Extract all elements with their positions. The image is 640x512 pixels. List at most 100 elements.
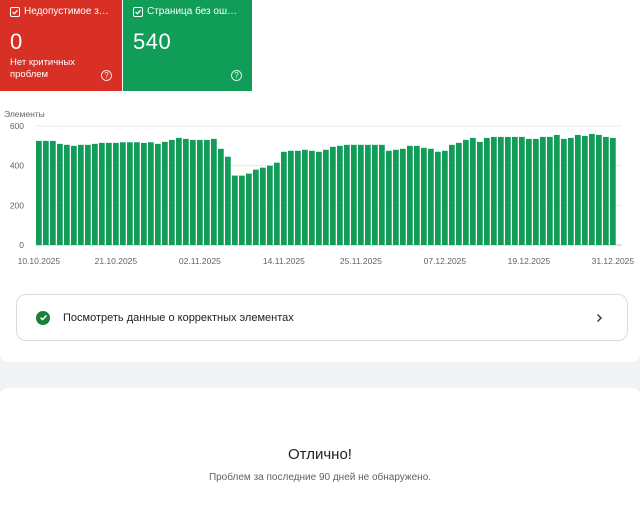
- chart-bar[interactable]: [113, 142, 119, 245]
- chart-bar[interactable]: [106, 142, 112, 245]
- chart-bar[interactable]: [274, 162, 280, 245]
- chart-bar[interactable]: [225, 156, 231, 245]
- chart-bar[interactable]: [421, 147, 427, 245]
- x-tick-label: 10.10.2025: [18, 256, 61, 266]
- help-icon[interactable]: ?: [231, 70, 242, 81]
- chart-bar[interactable]: [603, 136, 609, 245]
- chart-bar[interactable]: [351, 144, 357, 245]
- chart-bar[interactable]: [582, 135, 588, 245]
- chart-bar[interactable]: [407, 145, 413, 245]
- chart-bar[interactable]: [50, 140, 56, 246]
- chart-bar[interactable]: [449, 144, 455, 245]
- chart-bar[interactable]: [610, 137, 616, 245]
- chart-bar[interactable]: [372, 144, 378, 245]
- chart-bar[interactable]: [337, 145, 343, 245]
- chart-bar[interactable]: [393, 149, 399, 245]
- chart-bar[interactable]: [519, 136, 525, 245]
- chart-bar[interactable]: [561, 138, 567, 245]
- chart-bar[interactable]: [477, 141, 483, 245]
- chart-bar[interactable]: [295, 150, 301, 245]
- chart-bar[interactable]: [169, 139, 175, 245]
- chart-bar[interactable]: [288, 150, 294, 245]
- chart-bar[interactable]: [190, 139, 196, 245]
- chart-bar[interactable]: [218, 148, 224, 245]
- chart-bar[interactable]: [246, 173, 252, 245]
- chart-bar[interactable]: [232, 175, 238, 245]
- chart-bar[interactable]: [344, 144, 350, 245]
- valid-card-header: Страница без ош…: [133, 6, 242, 17]
- chart-bar[interactable]: [162, 141, 168, 245]
- x-tick-label: 19.12.2025: [508, 256, 551, 266]
- chart-bar[interactable]: [253, 169, 259, 245]
- chart-bar[interactable]: [120, 142, 126, 245]
- chart-bar[interactable]: [183, 138, 189, 245]
- invalid-card-value: 0: [10, 29, 23, 54]
- chart-bar[interactable]: [505, 136, 511, 245]
- chart-bar[interactable]: [463, 139, 469, 245]
- checkbox-checked-icon[interactable]: [133, 6, 143, 17]
- invalid-items-card[interactable]: Недопустимое з… 0 Нет критичных проблем …: [0, 0, 122, 91]
- chart-bar[interactable]: [64, 144, 70, 245]
- chart-bar[interactable]: [99, 142, 105, 245]
- chart-bar[interactable]: [526, 138, 532, 245]
- chart-bar[interactable]: [575, 134, 581, 245]
- chart-bar[interactable]: [309, 150, 315, 245]
- chart-bar[interactable]: [554, 134, 560, 245]
- status-panel: Отлично! Проблем за последние 90 дней не…: [0, 388, 640, 512]
- chart-bar[interactable]: [281, 151, 287, 245]
- chart-bar[interactable]: [470, 137, 476, 245]
- chart-bar[interactable]: [414, 145, 420, 245]
- chart-bar[interactable]: [155, 143, 161, 245]
- items-bar-chart: 0 200 400 600 10.10.2025 21.10.2025 02.11.2025…: [10, 121, 635, 266]
- chart-bar[interactable]: [491, 136, 497, 245]
- x-tick-label: 02.11.2025: [179, 256, 221, 266]
- chart-bar[interactable]: [78, 144, 84, 245]
- chart-bar[interactable]: [456, 142, 462, 245]
- chart-bar[interactable]: [134, 142, 140, 245]
- chart-bar[interactable]: [568, 137, 574, 245]
- chart-bar[interactable]: [533, 138, 539, 245]
- chart-bar[interactable]: [71, 145, 77, 245]
- chart-bar[interactable]: [596, 134, 602, 245]
- x-tick-label: 21.10.2025: [95, 256, 138, 266]
- chart-bar[interactable]: [330, 146, 336, 245]
- chart-bar[interactable]: [148, 142, 154, 245]
- chart-bar[interactable]: [211, 138, 217, 245]
- chart-bar[interactable]: [386, 150, 392, 245]
- x-tick-label: 31.12.2025: [592, 256, 635, 266]
- checkbox-checked-icon[interactable]: [10, 6, 20, 17]
- chart-bar[interactable]: [57, 143, 63, 245]
- status-subtitle: Проблем за последние 90 дней не обнаруже…: [208, 472, 432, 483]
- chart-bar[interactable]: [512, 136, 518, 245]
- chart-bar[interactable]: [316, 151, 322, 245]
- chart-bar[interactable]: [43, 140, 49, 246]
- chart-bar[interactable]: [358, 144, 364, 245]
- chart-bar[interactable]: [141, 142, 147, 245]
- chart-bar[interactable]: [484, 137, 490, 245]
- chart-bar[interactable]: [302, 149, 308, 245]
- chart-bar[interactable]: [589, 133, 595, 245]
- valid-items-card[interactable]: Страница без ош… 540 ?: [123, 0, 252, 91]
- chart-bar[interactable]: [540, 136, 546, 245]
- chart-bar[interactable]: [379, 144, 385, 245]
- view-valid-items-link[interactable]: Посмотреть данные о корректных элементах: [16, 294, 628, 341]
- chart-bar[interactable]: [85, 144, 91, 245]
- chart-bar[interactable]: [428, 148, 434, 245]
- chart-bar[interactable]: [92, 143, 98, 245]
- chart-bar[interactable]: [400, 148, 406, 245]
- chart-bar[interactable]: [547, 136, 553, 245]
- chart-bar[interactable]: [323, 149, 329, 245]
- chart-bar[interactable]: [365, 144, 371, 245]
- help-icon[interactable]: ?: [101, 70, 112, 81]
- chart-bar[interactable]: [204, 139, 210, 245]
- chart-bar[interactable]: [176, 137, 182, 245]
- chart-bar[interactable]: [435, 151, 441, 245]
- chart-bar[interactable]: [442, 150, 448, 245]
- chart-bar[interactable]: [127, 142, 133, 245]
- chart-bar[interactable]: [267, 165, 273, 245]
- chart-bar[interactable]: [498, 136, 504, 245]
- chart-bar[interactable]: [36, 140, 42, 246]
- chart-bar[interactable]: [260, 167, 266, 245]
- chart-bar[interactable]: [197, 139, 203, 245]
- chart-bar[interactable]: [239, 175, 245, 245]
